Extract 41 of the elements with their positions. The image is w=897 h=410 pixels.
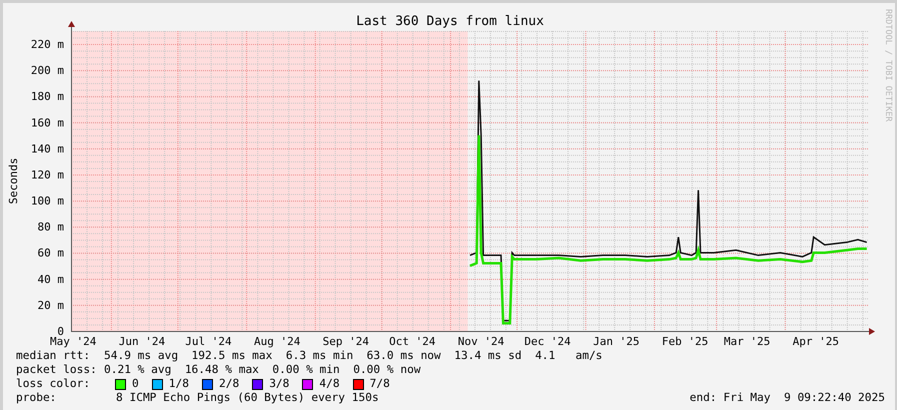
tick-label: 0: [57, 325, 64, 338]
probe-text: 8 ICMP Echo Pings (60 Bytes) every 150s: [116, 391, 379, 405]
legend-stats: 0.21 % avg 16.48 % max 0.00 % min 0.00 % now: [104, 363, 421, 377]
legend-text: 2/8: [218, 377, 240, 391]
tick-label: Jan '25: [593, 335, 640, 348]
legend-label: packet loss:: [16, 363, 98, 377]
tick-label: 160 m: [30, 116, 64, 130]
tick-label: Apr '25: [792, 335, 839, 348]
tick-label: Sep '24: [322, 335, 370, 348]
tick-label: 220 m: [30, 38, 64, 52]
end-time: end: Fri May 9 09:22:40 2025: [690, 391, 885, 405]
tick-label: 80 m: [38, 220, 64, 234]
legend-text: 4/8: [319, 377, 340, 391]
tick-label: May '24: [50, 335, 96, 348]
tick-label: Nov '24: [458, 335, 504, 348]
tick-label: Jun '24: [118, 335, 166, 348]
legend-label: probe:: [16, 391, 58, 405]
tick-label: 40 m: [38, 272, 64, 286]
chart-title: Last 360 Days from linux: [356, 14, 544, 29]
tick-label: 120 m: [30, 168, 64, 182]
tick-label: Mar '25: [724, 335, 770, 348]
tick-label: 60 m: [38, 246, 64, 260]
side-credit: RRDTOOL / TOBI OETIKER: [883, 9, 893, 122]
tick-label: Feb '25: [662, 335, 708, 348]
legend-text: 3/8: [269, 377, 290, 391]
legend-text: 0: [132, 377, 139, 391]
legend-label: median rtt:: [16, 349, 92, 363]
tick-label: Aug '24: [254, 335, 300, 348]
tick-label: 100 m: [30, 194, 64, 208]
tick-label: 140 m: [30, 142, 64, 156]
tick-label: 20 m: [38, 298, 64, 312]
tick-label: Dec '24: [524, 335, 571, 348]
axis-label: Seconds: [7, 158, 20, 204]
legend-text: 1/8: [168, 377, 189, 391]
legend-label: loss color:: [16, 377, 92, 391]
tick-label: Jul '24: [185, 335, 232, 348]
legend-stats: 54.9 ms avg 192.5 ms max 6.3 ms min 63.0 ms now 13.4 ms sd 4.1 am/s: [104, 349, 602, 363]
tick-label: 180 m: [30, 90, 64, 104]
tick-label: Oct '24: [389, 335, 436, 348]
legend-text: 7/8: [370, 377, 390, 391]
tick-label: 200 m: [30, 64, 64, 78]
